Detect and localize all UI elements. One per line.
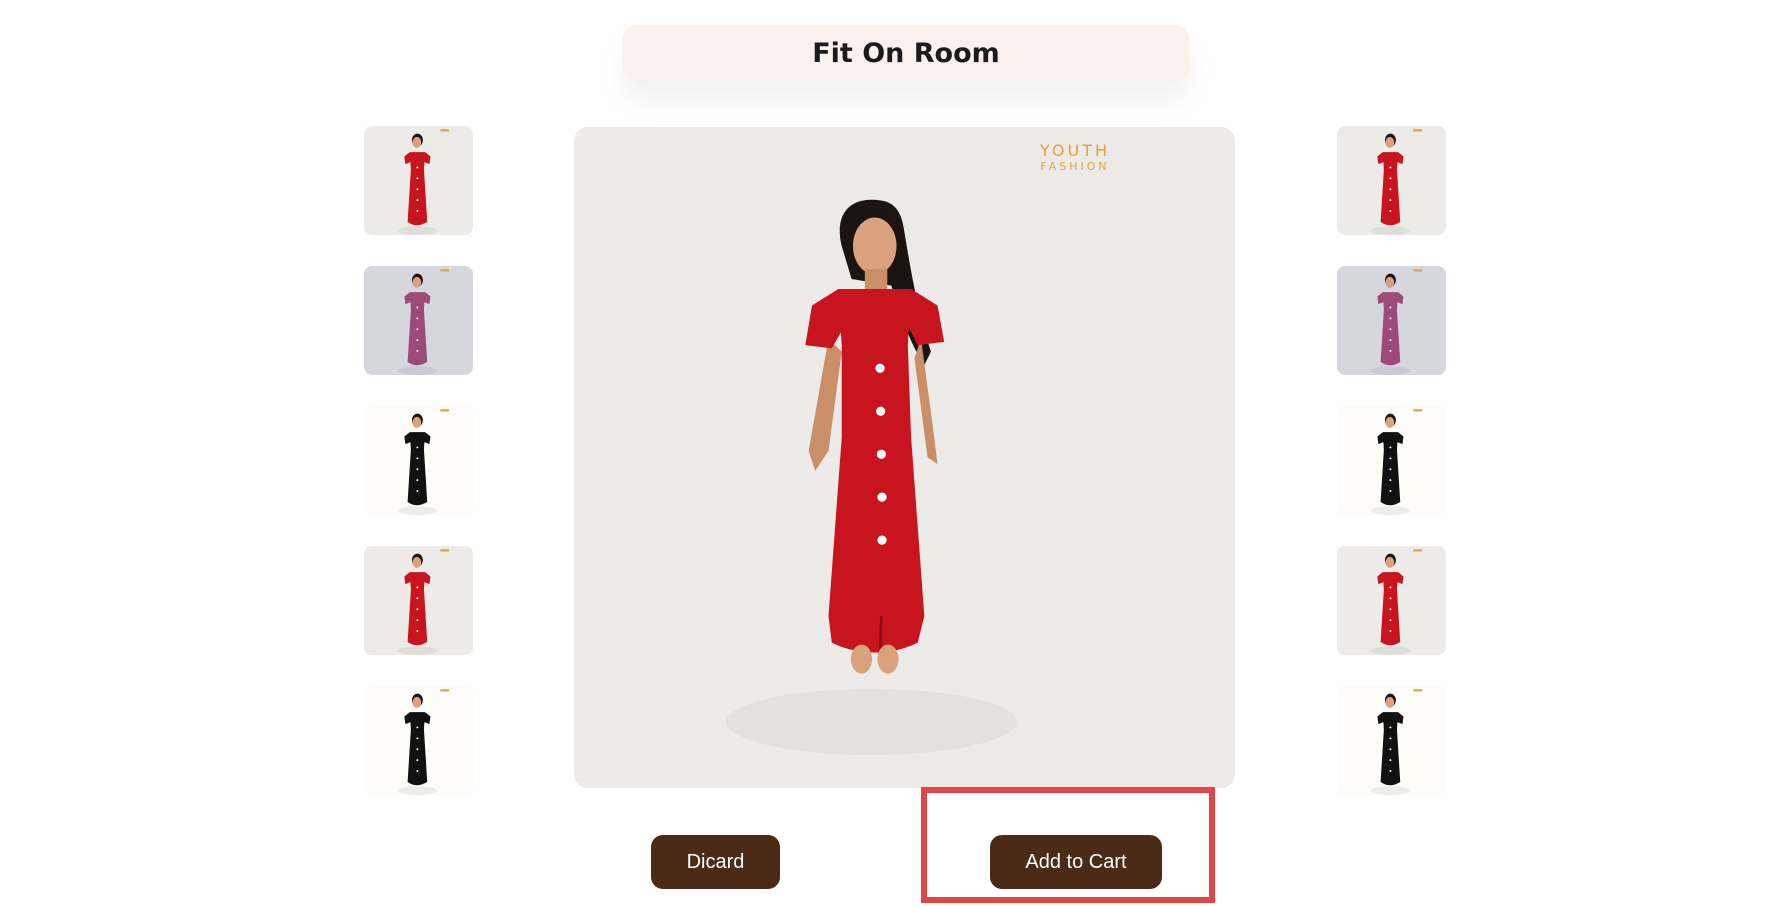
thumbnail-left-3[interactable] (364, 406, 473, 515)
thumbnail-left-1[interactable] (364, 126, 473, 235)
discard-button[interactable]: Dicard (651, 835, 780, 889)
model-figure (364, 126, 473, 235)
thumbnail-right-3[interactable] (1337, 406, 1446, 515)
thumbnail-right-4[interactable] (1337, 546, 1446, 655)
thumbnail-right-1[interactable] (1337, 126, 1446, 235)
thumbnail-left-2[interactable] (364, 266, 473, 375)
thumbnail-right-5[interactable] (1337, 686, 1446, 795)
model-figure (364, 266, 473, 375)
model-figure (726, 199, 1017, 755)
main-preview-image: YOUTH FASHION (574, 127, 1235, 788)
model-figure (1337, 546, 1446, 655)
model-figure (1337, 266, 1446, 375)
thumbnail-left-5[interactable] (364, 686, 473, 795)
brand-logo: YOUTH FASHION (1039, 141, 1110, 173)
highlight-box (921, 787, 1215, 903)
thumbnail-right-2[interactable] (1337, 266, 1446, 375)
model-figure (1337, 686, 1446, 795)
model-figure (364, 406, 473, 515)
model-figure (1337, 406, 1446, 515)
thumbnail-left-4[interactable] (364, 546, 473, 655)
model-figure (364, 686, 473, 795)
page-title: Fit On Room (812, 37, 1000, 69)
title-bar: Fit On Room (623, 25, 1189, 81)
model-figure (364, 546, 473, 655)
model-figure (1337, 126, 1446, 235)
